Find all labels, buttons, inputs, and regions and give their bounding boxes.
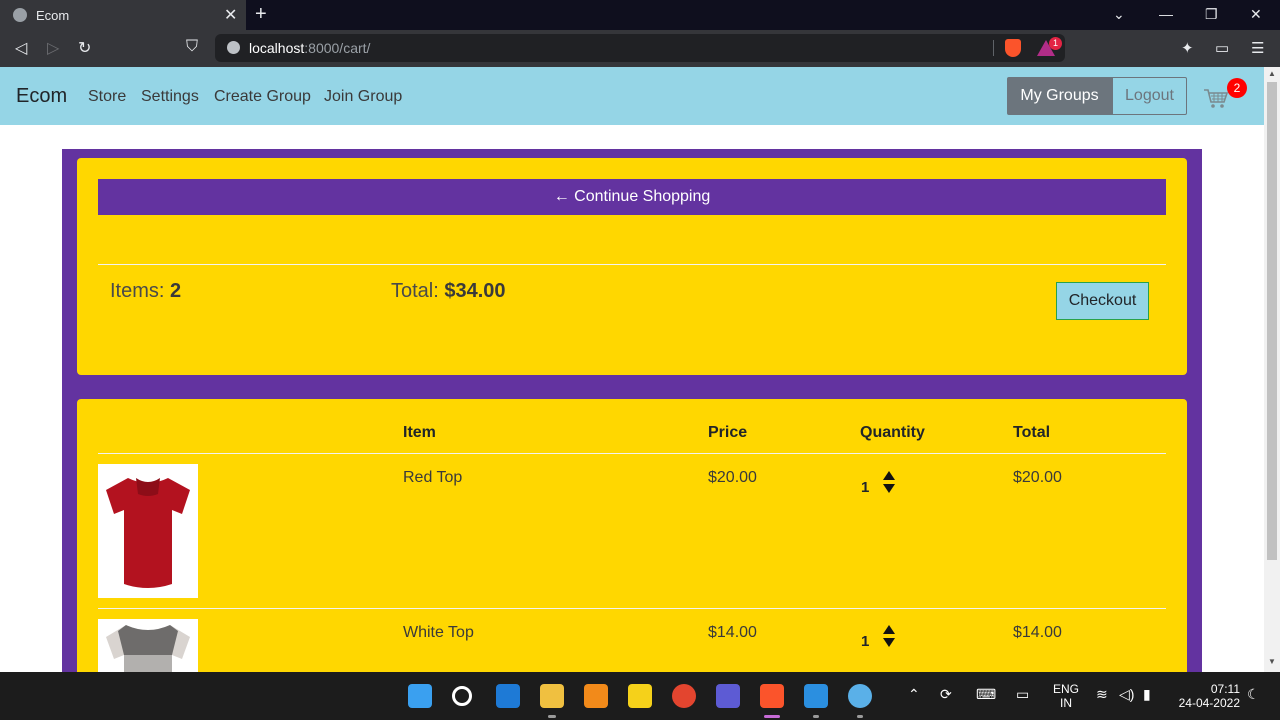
extensions-icon[interactable]: ✦ bbox=[1181, 39, 1194, 57]
increase-quantity-icon[interactable] bbox=[883, 625, 895, 634]
nav-join-group[interactable]: Join Group bbox=[324, 88, 402, 106]
nav-store[interactable]: Store bbox=[88, 88, 126, 106]
tab-title: Ecom bbox=[36, 8, 70, 23]
increase-quantity-icon[interactable] bbox=[883, 471, 895, 480]
nav-create-group[interactable]: Create Group bbox=[214, 88, 311, 106]
scrollbar-thumb[interactable] bbox=[1267, 82, 1277, 560]
vscode-icon[interactable] bbox=[804, 684, 828, 708]
header-price: Price bbox=[708, 424, 748, 441]
site-navbar: Ecom Store Settings Create Group Join Gr… bbox=[0, 67, 1264, 125]
cart-items-box: Item Price Quantity Total Red Top $20.00… bbox=[77, 399, 1187, 672]
language-indicator[interactable]: ENG IN bbox=[1048, 682, 1084, 710]
cart-summary-box: ← Continue Shopping Items: 2 Total: $34.… bbox=[77, 158, 1187, 375]
search-icon[interactable] bbox=[452, 686, 472, 706]
brave-browser-icon[interactable] bbox=[760, 684, 784, 708]
brave-shields-icon[interactable] bbox=[1005, 39, 1021, 57]
mail-icon[interactable] bbox=[496, 684, 520, 708]
divider bbox=[98, 608, 1166, 609]
divider bbox=[98, 453, 1166, 454]
checkout-button[interactable]: Checkout bbox=[1056, 282, 1149, 320]
cart-container: ← Continue Shopping Items: 2 Total: $34.… bbox=[62, 149, 1202, 672]
nav-settings[interactable]: Settings bbox=[141, 88, 199, 106]
cart-icon[interactable] bbox=[1203, 87, 1229, 109]
browser-tab-bar: Ecom ✕ + ⌄ — ❐ ✕ bbox=[0, 0, 1280, 30]
header-item: Item bbox=[403, 424, 436, 441]
cart-total: Total: $34.00 bbox=[391, 280, 506, 302]
item-name: Red Top bbox=[403, 469, 463, 486]
window-close-icon[interactable]: ✕ bbox=[1250, 6, 1262, 23]
cart-count-badge: 2 bbox=[1227, 78, 1247, 98]
notifications-icon[interactable]: ☾ bbox=[1247, 686, 1260, 703]
show-hidden-icons-icon[interactable]: ⌃ bbox=[908, 686, 920, 703]
start-icon[interactable] bbox=[408, 684, 432, 708]
file-explorer-icon[interactable] bbox=[540, 684, 564, 708]
decrease-quantity-icon[interactable] bbox=[883, 484, 895, 493]
forward-icon[interactable]: ▷ bbox=[47, 38, 59, 58]
display-icon[interactable]: ▭ bbox=[1016, 686, 1029, 703]
items-count: Items: 2 bbox=[110, 280, 182, 302]
logout-button[interactable]: Logout bbox=[1112, 77, 1187, 115]
header-quantity: Quantity bbox=[860, 424, 925, 441]
sublime-text-icon[interactable] bbox=[584, 684, 608, 708]
product-image-red-top bbox=[98, 464, 198, 598]
paint-icon[interactable] bbox=[848, 684, 872, 708]
continue-shopping-button[interactable]: ← Continue Shopping bbox=[98, 179, 1166, 215]
active-indicator bbox=[764, 715, 780, 718]
rewards-badge: 1 bbox=[1049, 37, 1062, 50]
browser-toolbar: ◁ ▷ ↻ ⛉ localhost:8000/cart/ 1 ✦ ▭ ☰ bbox=[0, 30, 1280, 67]
running-indicator bbox=[857, 715, 863, 718]
item-name: White Top bbox=[403, 624, 474, 641]
decrease-quantity-icon[interactable] bbox=[883, 638, 895, 647]
scroll-up-icon[interactable]: ▲ bbox=[1268, 69, 1276, 78]
battery-icon[interactable]: ▮ bbox=[1143, 686, 1151, 703]
wifi-icon[interactable]: ≋ bbox=[1096, 686, 1108, 703]
address-bar[interactable]: localhost:8000/cart/ 1 bbox=[215, 34, 1065, 62]
clock[interactable]: 07:11 24-04-2022 bbox=[1170, 682, 1240, 710]
bookmark-icon[interactable]: ⛉ bbox=[186, 38, 198, 56]
volume-icon[interactable]: ◁) bbox=[1119, 686, 1134, 703]
restore-icon[interactable]: ❐ bbox=[1205, 6, 1218, 23]
divider bbox=[98, 264, 1166, 265]
header-total: Total bbox=[1013, 424, 1051, 441]
tab-close-icon[interactable]: ✕ bbox=[224, 5, 237, 25]
chrome-icon[interactable] bbox=[672, 684, 696, 708]
scroll-down-icon[interactable]: ▼ bbox=[1268, 657, 1276, 666]
reload-icon[interactable]: ↻ bbox=[78, 38, 91, 58]
brand-link[interactable]: Ecom bbox=[16, 85, 67, 108]
item-total: $20.00 bbox=[1013, 469, 1062, 486]
page-scrollbar[interactable]: ▲ ▼ bbox=[1264, 67, 1280, 672]
tab-search-icon[interactable]: ⌄ bbox=[1113, 6, 1125, 23]
new-tab-button[interactable]: + bbox=[255, 3, 267, 26]
site-info-icon[interactable] bbox=[227, 41, 240, 54]
item-total: $14.00 bbox=[1013, 624, 1062, 641]
item-price: $20.00 bbox=[708, 469, 757, 486]
item-quantity: 1 bbox=[861, 479, 870, 496]
product-image-white-top bbox=[98, 619, 198, 672]
sync-icon[interactable]: ⟳ bbox=[940, 686, 952, 703]
page-viewport: Ecom Store Settings Create Group Join Gr… bbox=[0, 67, 1264, 672]
menu-icon[interactable]: ☰ bbox=[1251, 39, 1264, 57]
browser-tab[interactable]: Ecom ✕ bbox=[0, 0, 246, 30]
wallet-icon[interactable]: ▭ bbox=[1215, 39, 1229, 57]
divider bbox=[993, 40, 994, 56]
globe-icon bbox=[13, 8, 27, 22]
minimize-icon[interactable]: — bbox=[1159, 6, 1173, 22]
sticky-notes-icon[interactable] bbox=[628, 684, 652, 708]
running-indicator bbox=[548, 715, 556, 718]
keyboard-icon[interactable]: ⌨ bbox=[976, 686, 996, 703]
url-text[interactable]: localhost:8000/cart/ bbox=[249, 40, 370, 56]
back-icon[interactable]: ◁ bbox=[15, 38, 27, 58]
running-indicator bbox=[813, 715, 819, 718]
my-groups-button[interactable]: My Groups bbox=[1007, 77, 1112, 115]
teams-icon[interactable] bbox=[716, 684, 740, 708]
item-price: $14.00 bbox=[708, 624, 757, 641]
windows-taskbar: ⌃ ⟳ ⌨ ▭ ENG IN ≋ ◁) ▮ 07:11 24-04-2022 ☾ bbox=[0, 672, 1280, 720]
item-quantity: 1 bbox=[861, 633, 870, 650]
